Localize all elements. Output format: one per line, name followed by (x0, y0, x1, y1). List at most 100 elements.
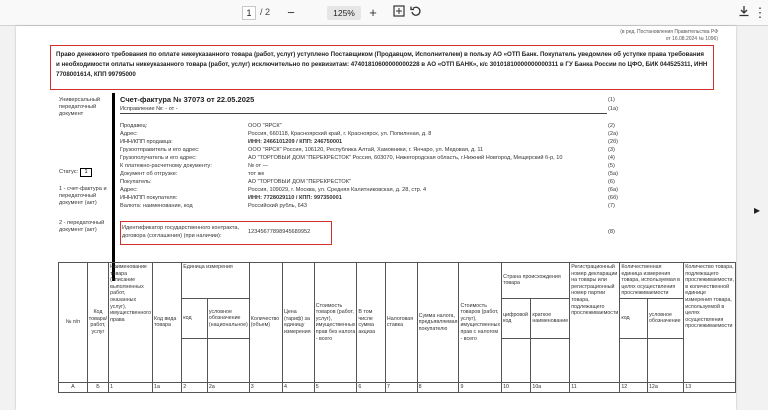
field-value: Российский рубль, 643 (248, 203, 307, 209)
header-cell: код (619, 297, 648, 339)
field-number: (3) (608, 147, 615, 153)
index-cell: 11 (569, 381, 621, 393)
field-label: Адрес: (120, 131, 138, 137)
header-cell: цифровой код (501, 297, 532, 339)
field-value: Россия, 660118, Красноярский край, г. Кр… (248, 131, 432, 137)
field-label: Грузополучатель и его адрес: (120, 155, 197, 161)
index-cell: 5 (313, 381, 358, 393)
index-cell: 4 (281, 381, 315, 393)
header-cell (619, 337, 648, 383)
header-cell (181, 337, 208, 383)
index-cell: 1 (108, 381, 154, 393)
zoom-level[interactable]: 125% (327, 6, 361, 20)
field-number: (5) (608, 163, 615, 169)
header-cell: Стоимость товаров (работ, услуг), имущес… (313, 262, 358, 383)
header-cell: Количественная единица измерения товара,… (619, 262, 685, 299)
header-cell: условное обозначение (национальное) (206, 297, 250, 339)
contract-id-value: 12345677898945689952 (248, 229, 311, 235)
invoice-correction: Исправление №: - от - (120, 106, 178, 112)
field-label: Валюта: наименование, код (120, 203, 193, 209)
index-cell: 2а (206, 381, 250, 393)
header-cell: Сумма налога, предъявляемая покупателю (416, 262, 460, 383)
header-cell: Стоимость товаров (работ, услуг), имущес… (458, 262, 503, 383)
field-number: (6) (608, 179, 615, 185)
plus-icon[interactable]: + (365, 5, 381, 21)
page-separator: / (260, 7, 263, 17)
index-cell: А (58, 381, 88, 393)
field-number: (4) (608, 155, 615, 161)
index-cell: 6 (356, 381, 386, 393)
header-cell: условное обозначение (646, 297, 685, 339)
header-cell: № п/п (58, 262, 88, 383)
index-cell: Б (86, 381, 110, 393)
header-cell: Налоговая ставка (384, 262, 418, 383)
index-cell: 8 (416, 381, 460, 393)
field-label: ИНН/КПП покупателя: (120, 195, 178, 201)
viewer-toolbar: 1 / 2 − 125% + ⋮ (0, 0, 768, 26)
index-cell: 10а (530, 381, 571, 393)
index-cell: 10 (501, 381, 532, 393)
assignment-notice: Право денежного требования по оплате ник… (50, 45, 714, 90)
field-value: АО "ТОРГОВЫЙ ДОМ "ПЕРЕКРЕСТОК" (248, 179, 351, 185)
field-value: АО "ТОРГОВЫЙ ДОМ "ПЕРЕКРЕСТОК" Россия, 6… (248, 155, 563, 161)
status-caption-1: 1 - счет-фактура и передаточный документ… (59, 186, 107, 206)
mouse-cursor-icon: ▸ (754, 203, 761, 217)
index-cell: 13 (683, 381, 736, 393)
status-value: 1 (80, 168, 92, 177)
upd-caption: Универсальный передаточный документ (59, 97, 100, 117)
field-number: (2б) (608, 139, 619, 145)
page-number-input[interactable]: 1 (242, 6, 256, 20)
index-cell: 7 (384, 381, 418, 393)
contract-id-number: (8) (608, 229, 615, 235)
goods-table: № п/п Код товара/ работ, услуг Наименова… (58, 262, 736, 393)
field-label: Покупатель: (120, 179, 152, 185)
fit-page-icon[interactable] (391, 5, 407, 21)
header-cell: Количество (объем) (248, 262, 283, 383)
pdf-page: (в ред. Постановления Правительства РФ о… (16, 26, 736, 410)
divider (120, 113, 607, 114)
rotate-icon[interactable] (408, 5, 424, 21)
field-label: Продавец: (120, 123, 148, 129)
contract-id-label: Идентификатор государственного контракта… (122, 225, 240, 239)
header-cell: Код вида товара (152, 262, 183, 383)
field-value: № от — (248, 163, 269, 169)
invoice-title: Счет-фактура № 37073 от 22.05.2025 (120, 95, 255, 104)
index-cell: 3 (248, 381, 283, 393)
invoice-correction-number: (1а) (608, 106, 618, 112)
header-cell: Единица измерения (181, 262, 250, 299)
index-cell: 2 (181, 381, 208, 393)
header-cell: Наименование товара (описание выполненны… (108, 262, 154, 383)
field-value: ООО "ЯРСК" Россия, 106120, Республика Ал… (248, 147, 484, 153)
field-value: Россия, 109029, г. Москва, ул. Средняя К… (248, 187, 427, 193)
index-cell: 9 (458, 381, 503, 393)
more-icon[interactable]: ⋮ (752, 5, 768, 21)
header-cell: код (181, 297, 208, 339)
field-number: (6а) (608, 187, 618, 193)
regulation-note-line: от 16.08.2024 № 1096) (665, 35, 718, 42)
header-cell: Код товара/ работ, услуг (86, 262, 110, 383)
field-label: К платежно-расчетному документу: (120, 163, 212, 169)
index-cell: 12а (646, 381, 685, 393)
minus-icon[interactable]: − (283, 5, 299, 21)
header-cell: Цена (тариф) за единицу измерения (281, 262, 315, 383)
field-number: (5а) (608, 171, 618, 177)
field-number: (2а) (608, 131, 618, 137)
invoice-title-number: (1) (608, 97, 615, 103)
field-number: (6б) (608, 195, 619, 201)
field-value: тот же (248, 171, 265, 177)
header-cell (206, 337, 250, 383)
field-number: (7) (608, 203, 615, 209)
field-label: Документ об отгрузке: (120, 171, 178, 177)
page-count: / 2 (260, 7, 270, 17)
status-caption-2: 2 - передаточный документ (акт) (59, 220, 105, 233)
download-icon[interactable] (736, 5, 752, 21)
field-value: ИНН: 7728029110 / КПП: 997350001 (248, 195, 342, 201)
header-cell (530, 337, 571, 383)
regulation-note: (в ред. Постановления Правительства РФ о… (508, 29, 718, 42)
field-number: (2) (608, 123, 615, 129)
header-cell: Количество товара, подлежащего прослежив… (683, 262, 736, 383)
header-cell (646, 337, 685, 383)
field-label: Грузоотправитель и его адрес: (120, 147, 200, 153)
header-cell: краткое наименование (530, 297, 571, 339)
header-cell: Регистрационный номер декларации на това… (569, 262, 621, 383)
